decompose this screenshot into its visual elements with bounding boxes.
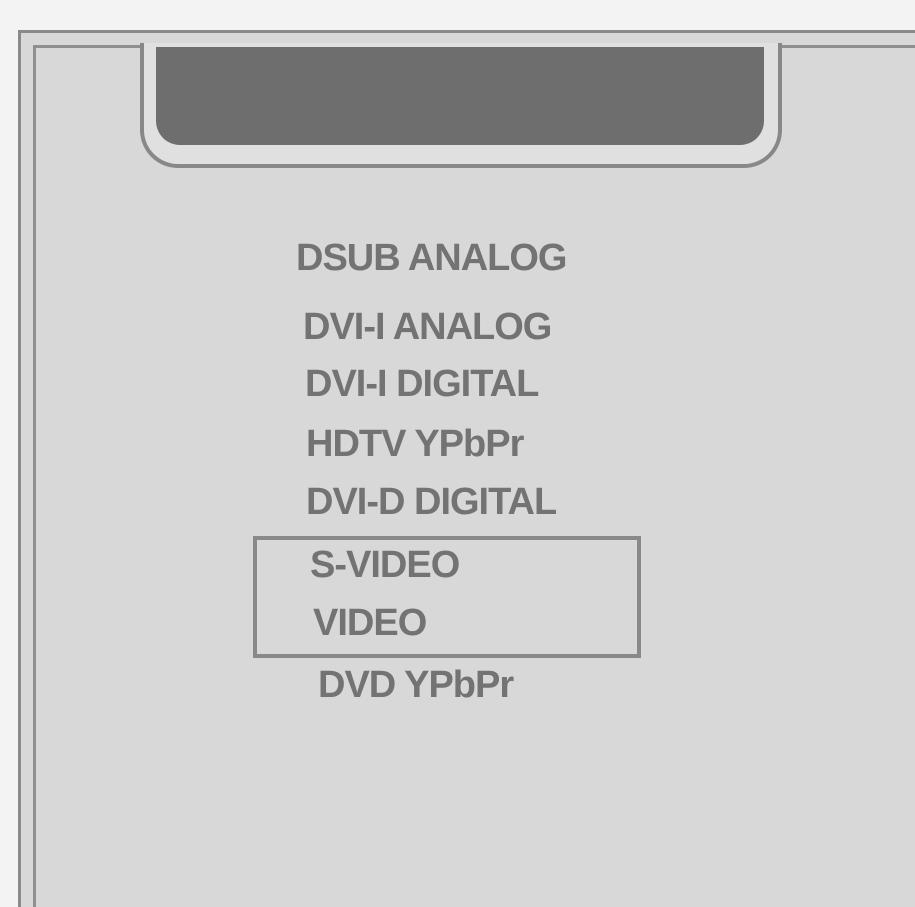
menu-item-dvi-i-digital[interactable]: DVI-I DIGITAL (305, 362, 539, 406)
menu-item-video[interactable]: VIDEO (313, 601, 427, 645)
menu-item-hdtv-ypbpr[interactable]: HDTV YPbPr (306, 422, 524, 466)
menu-item-dvd-ypbpr[interactable]: DVD YPbPr (318, 663, 514, 707)
remote-control-illustration: DSUB ANALOG DVI-I ANALOG DVI-I DIGITAL H… (0, 0, 915, 907)
display-screen (156, 47, 764, 145)
menu-item-s-video[interactable]: S-VIDEO (310, 543, 460, 587)
menu-item-dvi-d-digital[interactable]: DVI-D DIGITAL (306, 480, 557, 524)
menu-item-dvi-i-analog[interactable]: DVI-I ANALOG (303, 305, 552, 349)
remote-panel-inner-border (33, 45, 915, 907)
menu-item-dsub-analog[interactable]: DSUB ANALOG (296, 236, 567, 280)
